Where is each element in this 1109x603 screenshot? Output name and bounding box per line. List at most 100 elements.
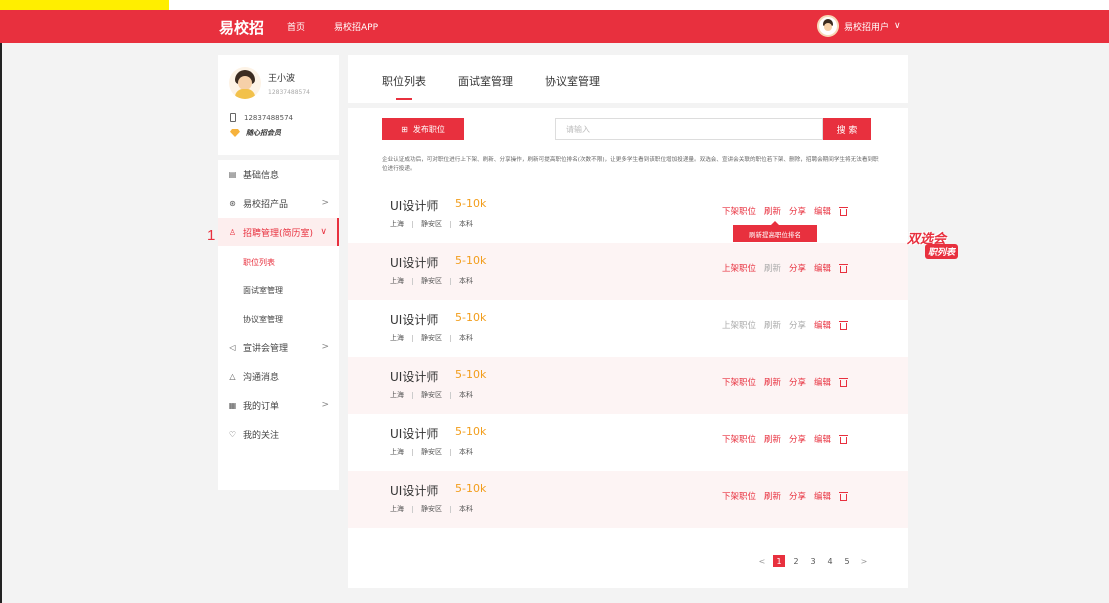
table-row: UI设计师 5-10k 上海 静安区 本科 下架职位 刷新 分享 编辑 — [348, 357, 908, 414]
sidebar-subitem-agreement[interactable]: 协议室管理 — [218, 305, 339, 333]
page-3[interactable]: 3 — [807, 555, 819, 567]
publish-job-button[interactable]: ⊞ 发布职位 — [382, 118, 464, 140]
pagination: < 1 2 3 4 5 > — [756, 555, 875, 567]
job-title[interactable]: UI设计师 — [390, 368, 438, 385]
profile-phone: 12837488574 — [244, 113, 293, 122]
sidebar-subitem-interview[interactable]: 面试室管理 — [218, 276, 339, 304]
user-menu[interactable]: 易校招用户 ∨ — [817, 13, 901, 39]
share-button[interactable]: 分享 — [789, 376, 806, 388]
trash-icon[interactable] — [839, 491, 849, 501]
trash-icon[interactable] — [839, 206, 849, 216]
edit-button[interactable]: 编辑 — [814, 319, 831, 331]
job-salary: 5-10k — [455, 254, 487, 267]
notice-text: 企业认证成功后，可对职位进行上下架、刷新、分享操作，刷新可提高职位排名(次数不限… — [382, 157, 879, 172]
sidebar-item-messages[interactable]: △ 沟通消息 — [218, 362, 339, 390]
job-meta: 上海 静安区 本科 — [390, 447, 473, 457]
page-4[interactable]: 4 — [824, 555, 836, 567]
sidebar-subitem-jobs[interactable]: 职位列表 — [218, 248, 339, 276]
document-icon: ▤ — [228, 169, 237, 179]
toggle-listing-button[interactable]: 下架职位 — [722, 490, 756, 502]
sidebar-item-talks[interactable]: ◁ 宣讲会管理 > — [218, 333, 339, 361]
sidebar-item-basic-info[interactable]: ▤ 基础信息 — [218, 160, 339, 188]
user-name: 易校招用户 — [844, 22, 890, 33]
sidebar-item-follows[interactable]: ♡ 我的关注 — [218, 420, 339, 448]
prev-page-button[interactable]: < — [756, 555, 768, 567]
job-district: 静安区 — [421, 505, 442, 513]
sidebar-item-label: 沟通消息 — [243, 372, 280, 383]
refresh-button[interactable]: 刷新 — [764, 376, 781, 388]
diamond-icon — [230, 129, 240, 137]
refresh-button[interactable]: 刷新 — [764, 490, 781, 502]
order-icon: ▦ — [228, 400, 237, 410]
next-page-button[interactable]: > — [858, 555, 870, 567]
tab-job-list[interactable]: 职位列表 — [382, 73, 426, 89]
sidebar-item-products[interactable]: ⊛ 易校招产品 > — [218, 189, 339, 217]
share-button[interactable]: 分享 — [789, 262, 806, 274]
sidebar-item-orders[interactable]: ▦ 我的订单 > — [218, 391, 339, 419]
job-degree: 本科 — [459, 448, 473, 456]
divider — [412, 277, 413, 285]
refresh-button[interactable]: 刷新 — [764, 433, 781, 445]
tab-underline — [396, 98, 412, 100]
job-title[interactable]: UI设计师 — [390, 482, 438, 499]
nav-home[interactable]: 首页 — [287, 20, 305, 33]
job-city: 上海 — [390, 505, 404, 513]
job-actions: 上架职位 刷新 分享 编辑 — [722, 262, 849, 274]
job-district: 静安区 — [421, 334, 442, 342]
refresh-button[interactable]: 刷新 — [764, 205, 781, 217]
tab-interview-room[interactable]: 面试室管理 — [458, 73, 513, 89]
edit-button[interactable]: 编辑 — [814, 262, 831, 274]
share-button[interactable]: 分享 — [789, 490, 806, 502]
search-button[interactable]: 搜 索 — [823, 118, 871, 140]
trash-icon[interactable] — [839, 377, 849, 387]
divider — [412, 334, 413, 342]
divider — [450, 448, 451, 456]
promo-badge[interactable]: 双选会 职列表 — [905, 228, 967, 264]
job-degree: 本科 — [459, 391, 473, 399]
user-avatar — [817, 15, 839, 37]
toggle-listing-button[interactable]: 下架职位 — [722, 376, 756, 388]
job-title[interactable]: UI设计师 — [390, 197, 438, 214]
share-button[interactable]: 分享 — [789, 319, 806, 331]
job-title[interactable]: UI设计师 — [390, 311, 438, 328]
toggle-listing-button[interactable]: 上架职位 — [722, 262, 756, 274]
sidebar-item-recruit[interactable]: ♙ 招聘管理(简历室) ∨ — [218, 218, 339, 246]
nav-app[interactable]: 易校招APP — [334, 20, 378, 33]
edit-button[interactable]: 编辑 — [814, 376, 831, 388]
toggle-listing-button[interactable]: 下架职位 — [722, 205, 756, 217]
share-button[interactable]: 分享 — [789, 433, 806, 445]
annotation-1: 1 — [207, 227, 216, 244]
divider — [450, 334, 451, 342]
job-meta: 上海 静安区 本科 — [390, 276, 473, 286]
sidebar-item-label: 招聘管理(简历室) — [243, 228, 314, 239]
page-1[interactable]: 1 — [773, 555, 785, 567]
phone-icon — [230, 113, 236, 122]
refresh-button[interactable]: 刷新 — [764, 319, 781, 331]
toggle-listing-button[interactable]: 上架职位 — [722, 319, 756, 331]
table-row: UI设计师 5-10k 上海 静安区 本科 上架职位 刷新 分享 编辑 — [348, 243, 908, 300]
trash-icon[interactable] — [839, 263, 849, 273]
edit-button[interactable]: 编辑 — [814, 490, 831, 502]
edit-button[interactable]: 编辑 — [814, 433, 831, 445]
trash-icon[interactable] — [839, 320, 849, 330]
tab-agreement-room[interactable]: 协议室管理 — [545, 73, 600, 89]
refresh-button[interactable]: 刷新 — [764, 262, 781, 274]
divider — [450, 391, 451, 399]
trash-icon[interactable] — [839, 434, 849, 444]
page-5[interactable]: 5 — [841, 555, 853, 567]
edit-button[interactable]: 编辑 — [814, 205, 831, 217]
top-navbar: 易校招 首页 易校招APP 易校招用户 ∨ — [0, 10, 1109, 43]
share-button[interactable]: 分享 — [789, 205, 806, 217]
job-district: 静安区 — [421, 391, 442, 399]
logo[interactable]: 易校招 — [219, 17, 264, 38]
job-actions: 下架职位 刷新 分享 编辑 — [722, 376, 849, 388]
search-input[interactable]: 请输入 — [555, 118, 823, 140]
job-title[interactable]: UI设计师 — [390, 425, 438, 442]
page-2[interactable]: 2 — [790, 555, 802, 567]
divider — [412, 505, 413, 513]
refresh-tooltip: 刷新提高职位排名 — [733, 221, 817, 242]
toggle-listing-button[interactable]: 下架职位 — [722, 433, 756, 445]
job-title[interactable]: UI设计师 — [390, 254, 438, 271]
heart-icon: ♡ — [228, 429, 237, 439]
sidebar-item-label: 我的关注 — [243, 430, 280, 441]
